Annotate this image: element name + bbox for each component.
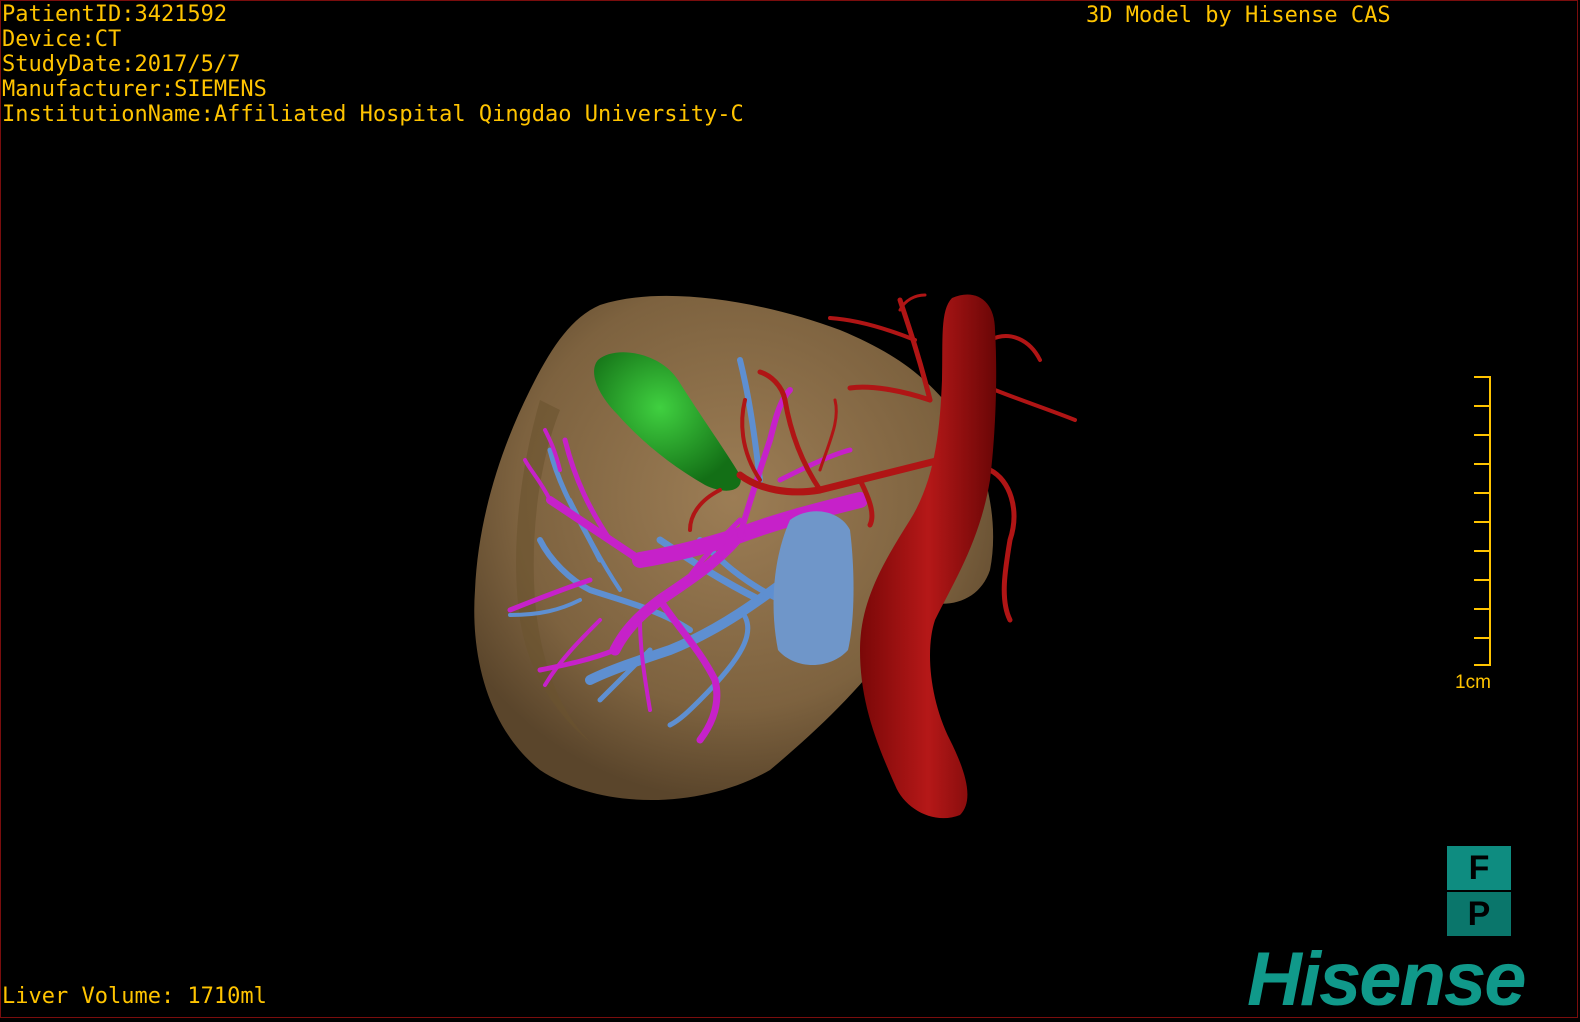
scale-bar-label: 1cm [1455,672,1491,693]
model-brand-text: 3D Model by Hisense CAS [1086,3,1391,28]
scale-bar [1474,376,1491,666]
institution-text: InstitutionName:Affiliated Hospital Qing… [2,102,744,127]
patient-info-overlay: PatientID:3421592 Device:CT StudyDate:20… [2,2,744,127]
device-text: Device:CT [2,27,122,52]
orientation-face-posterior[interactable]: P [1447,892,1511,936]
hisense-logo: Hisense [1247,937,1526,1022]
study-date-text: StudyDate:2017/5/7 [2,52,241,77]
3d-model-viewport[interactable] [0,0,1580,1020]
orientation-face-front[interactable]: F [1447,846,1511,890]
orientation-cube[interactable]: F P [1447,846,1511,936]
patient-id-text: PatientID:3421592 [2,2,228,27]
liver-volume-text: Liver Volume: 1710ml [2,984,267,1009]
ivc-model [773,511,854,665]
manufacturer-text: Manufacturer:SIEMENS [2,77,267,102]
